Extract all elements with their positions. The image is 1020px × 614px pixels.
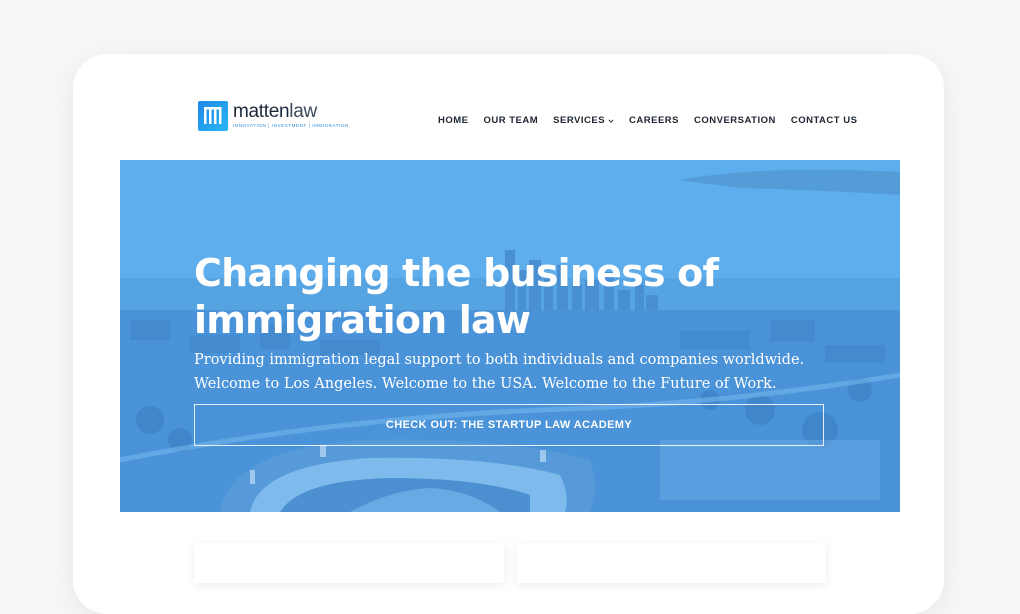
hero-subtitle: Providing immigration legal support to b… [194,352,805,392]
nav-item-our-team[interactable]: OUR TEAM [484,115,539,126]
logo-mark-icon [198,101,228,131]
brand-logo[interactable]: mattenlaw innovation | investment | immi… [198,101,349,131]
hero-banner: Changing the business of immigration law… [120,160,900,512]
main-nav: HOME OUR TEAM SERVICES CAREERS CONVERSAT… [438,115,857,126]
nav-item-home[interactable]: HOME [438,115,469,126]
brand-wordmark: mattenlaw [233,101,317,122]
nav-item-conversation[interactable]: CONVERSATION [694,115,776,126]
nav-item-services[interactable]: SERVICES [553,115,614,126]
brand-tagline: innovation | investment | immigration [233,123,349,128]
device-frame: mattenlaw innovation | investment | immi… [73,54,944,614]
nav-item-careers[interactable]: CAREERS [629,115,679,126]
startup-law-academy-button[interactable]: CHECK OUT: THE STARTUP LAW ACADEMY [194,404,824,446]
hero-title: Changing the business of immigration law [194,251,719,342]
content-card [517,543,826,583]
chevron-down-icon [608,118,614,123]
nav-item-contact-us[interactable]: CONTACT US [791,115,858,126]
content-card [194,543,504,583]
